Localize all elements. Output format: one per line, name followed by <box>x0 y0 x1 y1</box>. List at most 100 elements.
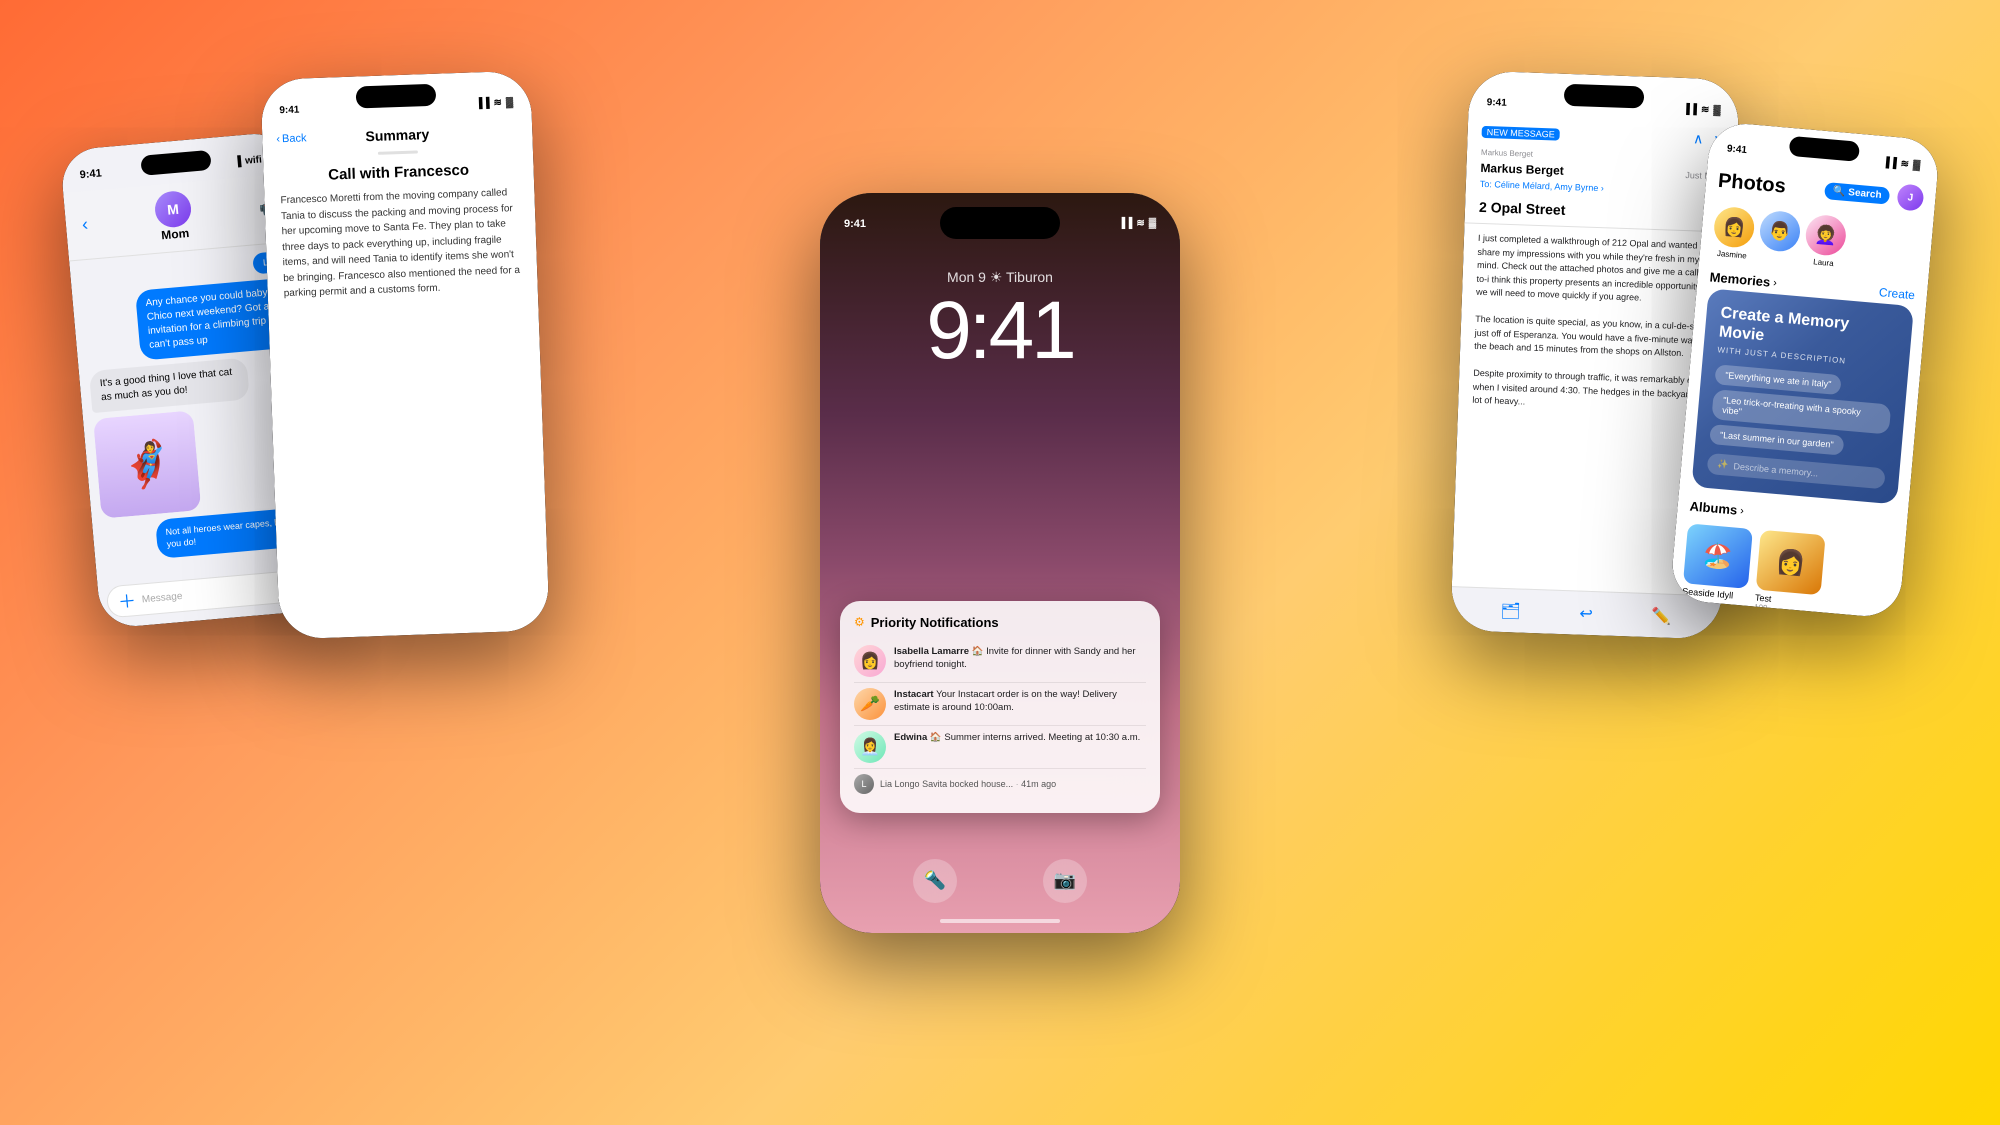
notif-text-2: Edwina 🏠 Summer interns arrived. Meeting… <box>894 731 1140 744</box>
notifications-widget: ⚙ Priority Notifications 👩 Isabella Lama… <box>840 601 1160 813</box>
mail-to-chevron[interactable]: › <box>1601 183 1604 193</box>
sparkle-icon: ✨ <box>1717 459 1729 471</box>
memory-input-bar[interactable]: ✨ Describe a memory... <box>1707 453 1886 489</box>
contact-info: M Mom <box>154 190 194 243</box>
album-test[interactable]: 👩 Test 109 <box>1754 530 1826 617</box>
battery-4: ▓ <box>1713 104 1721 115</box>
wifi-icon: wifi <box>245 154 263 166</box>
time-2: 9:41 <box>279 104 299 116</box>
signal-4: ▐▐ <box>1683 103 1698 114</box>
person-avatar-laura: 👩‍🦱 <box>1804 214 1847 257</box>
call-body: Francesco Moretti from the moving compan… <box>280 185 522 302</box>
notif-avatar-1: 🥕 <box>854 688 886 720</box>
album-thumb-seaside: 🏖️ <box>1683 524 1753 589</box>
notif-avatar-2: 👩‍💼 <box>854 731 886 763</box>
plus-icon[interactable]: ＋ <box>117 587 137 614</box>
mail-toolbar: 🗂 ↩ ✏️ <box>1450 586 1721 639</box>
status-icons-2: ▐▐ ≋ ▓ <box>475 97 513 109</box>
contact-avatar: M <box>154 190 193 229</box>
notif-title: Priority Notifications <box>871 615 999 630</box>
phone-lockscreen: 9:41 ▐▐ ≋ ▓ Mon 9 ☀ Tiburon 9:41 ⚙ Prior… <box>820 193 1180 933</box>
call-title: Call with Francesco <box>279 160 517 185</box>
notif-avatar-0: 👩 <box>854 645 886 677</box>
mail-sender-name: Markus Berget <box>1480 161 1564 178</box>
dynamic-island-3 <box>940 207 1060 239</box>
back-button[interactable]: ‹ Back <box>276 132 307 145</box>
person-2[interactable]: 👨 <box>1757 210 1801 265</box>
person-name-laura: Laura <box>1813 257 1834 268</box>
signal-3: ▐▐ <box>1118 218 1132 229</box>
time-5: 9:41 <box>1727 143 1748 156</box>
create-link[interactable]: Create <box>1878 285 1915 302</box>
folder-icon[interactable]: 🗂 <box>1500 600 1521 621</box>
search-icon: 🔍 <box>1832 185 1845 197</box>
notif-preview: L Lia Longo Savita bocked house... · 41m… <box>854 769 1146 799</box>
search-label: Search <box>1848 187 1882 201</box>
battery-5: ▓ <box>1913 159 1921 171</box>
dynamic-island-4 <box>1564 84 1645 109</box>
memories-section-title: Memories <box>1709 269 1771 289</box>
battery-2: ▓ <box>506 97 514 108</box>
flashlight-icon[interactable]: 🔦 <box>913 859 957 903</box>
superhero-image: 🦸‍♀️ <box>93 410 201 518</box>
new-message-badge: NEW MESSAGE <box>1482 125 1560 140</box>
albums-section-title: Albums <box>1689 499 1738 518</box>
status-icons-3: ▐▐ ≋ ▓ <box>1118 218 1156 229</box>
status-icons-5: ▐▐ ≋ ▓ <box>1882 156 1921 170</box>
lock-bottom-icons: 🔦 📷 <box>820 859 1180 903</box>
home-bar[interactable] <box>940 919 1060 923</box>
back-chevron-icon: ‹ <box>276 133 280 145</box>
wifi-5: ≋ <box>1900 158 1909 170</box>
person-laura[interactable]: 👩‍🦱 Laura <box>1803 214 1847 269</box>
memory-card: Create a Memory Movie WITH JUST A DESCRI… <box>1691 288 1914 505</box>
time-3: 9:41 <box>844 218 866 230</box>
battery-3: ▓ <box>1149 218 1156 229</box>
message-input[interactable]: Message <box>141 581 286 605</box>
album-seaside[interactable]: 🏖️ Seaside Idyll 63 <box>1681 524 1753 611</box>
notif-item-1: 🥕 Instacart Your Instacart order is on t… <box>854 683 1146 726</box>
time-1: 9:41 <box>79 167 102 181</box>
notif-text-1: Instacart Your Instacart order is on the… <box>894 688 1146 715</box>
notif-text-0: Isabella Lamarre 🏠 Invite for dinner wit… <box>894 645 1146 672</box>
lock-time: 9:41 <box>820 290 1180 372</box>
person-name-jasmine: Jasmine <box>1717 249 1747 261</box>
photos-actions: 🔍 Search J <box>1824 177 1925 212</box>
dynamic-island-2 <box>356 84 437 109</box>
compose-icon[interactable]: ✏️ <box>1651 606 1672 627</box>
signal-icon: ▐ <box>234 156 242 168</box>
signal-5: ▐▐ <box>1882 156 1897 168</box>
suggestion-2[interactable]: "Last summer in our garden" <box>1709 424 1844 456</box>
phone-summary: 9:41 ▐▐ ≋ ▓ ‹ Back Summary Call with Fra… <box>260 70 549 639</box>
album-thumb-test: 👩 <box>1756 530 1826 595</box>
notif-preview-text: Lia Longo Savita bocked house... · 41m a… <box>880 779 1056 789</box>
summary-title: Summary <box>365 126 429 144</box>
summary-content: Call with Francesco Francesco Moretti fr… <box>263 159 537 302</box>
phone-photos: 9:41 ▐▐ ≋ ▓ Photos 🔍 Search J 👩 Jasmine <box>1670 121 1941 619</box>
back-chevron[interactable]: ‹ <box>81 213 89 234</box>
photos-title: Photos <box>1717 169 1787 198</box>
person-jasmine[interactable]: 👩 Jasmine <box>1711 206 1755 261</box>
memories-arrow: › <box>1773 276 1778 288</box>
notif-header: ⚙ Priority Notifications <box>854 615 1146 630</box>
message-image: 🦸‍♀️ <box>93 410 201 518</box>
person-avatar-jasmine: 👩 <box>1713 206 1756 249</box>
signal-2: ▐▐ <box>475 97 490 108</box>
person-avatar-2: 👨 <box>1758 210 1801 253</box>
search-button[interactable]: 🔍 Search <box>1824 182 1890 205</box>
notif-gear-icon: ⚙ <box>854 615 865 629</box>
lock-date: Mon 9 ☀ Tiburon <box>820 269 1180 286</box>
status-icons-4: ▐▐ ≋ ▓ <box>1683 103 1721 115</box>
time-4: 9:41 <box>1487 97 1507 109</box>
notif-item-2: 👩‍💼 Edwina 🏠 Summer interns arrived. Mee… <box>854 726 1146 769</box>
memory-input-placeholder: Describe a memory... <box>1733 461 1818 478</box>
wifi-4: ≋ <box>1701 104 1710 115</box>
up-arrow[interactable]: ∧ <box>1693 130 1704 147</box>
message-cat: It's a good thing I love that cat as muc… <box>89 357 250 413</box>
wifi-2: ≋ <box>493 97 502 108</box>
camera-icon[interactable]: 📷 <box>1043 859 1087 903</box>
back-label: Back <box>282 132 307 145</box>
user-avatar[interactable]: J <box>1896 183 1924 211</box>
contact-name: Mom <box>161 226 190 242</box>
reply-icon[interactable]: ↩ <box>1579 603 1593 623</box>
wifi-3: ≋ <box>1136 218 1144 229</box>
